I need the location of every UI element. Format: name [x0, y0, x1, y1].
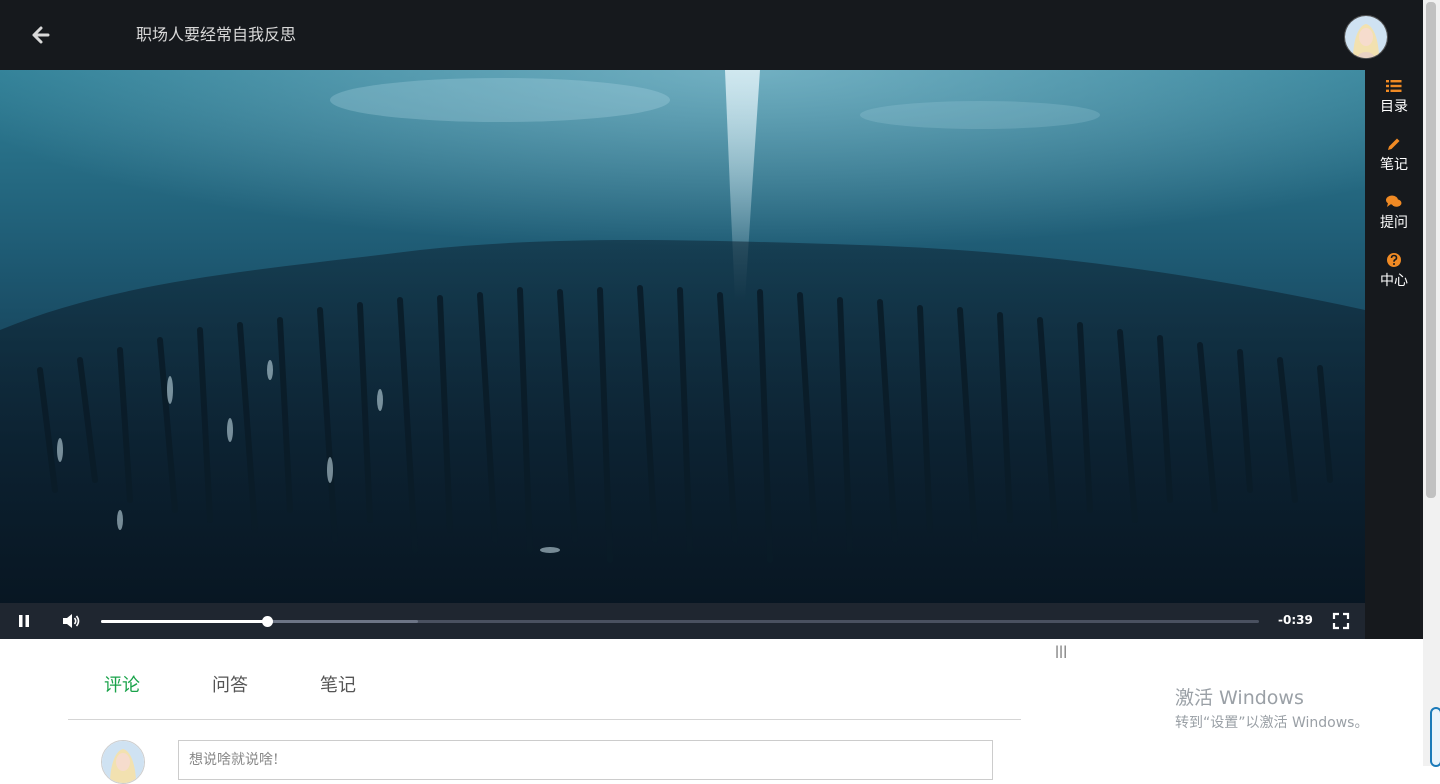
volume-icon[interactable] [61, 611, 81, 631]
sidebar-item-notes[interactable]: 笔记 [1365, 128, 1423, 182]
sidebar-item-label: 笔记 [1380, 157, 1408, 173]
user-avatar[interactable] [1344, 15, 1388, 59]
watermark-line2: 转到“设置”以激活 Windows。 [1175, 715, 1369, 731]
drag-handle-icon[interactable]: ||| [1055, 644, 1067, 658]
progress-played [101, 620, 267, 623]
sidebar-item-catalog[interactable]: 目录 [1365, 70, 1423, 124]
top-bar: 职场人要经常自我反思 [0, 0, 1423, 70]
page-scrollbar[interactable] [1423, 0, 1440, 766]
windows-activation-watermark: 激活 Windows 转到“设置”以激活 Windows。 [1175, 683, 1368, 732]
pause-icon[interactable] [14, 611, 34, 631]
comments-icon [1386, 195, 1402, 207]
content-area: ||| 评论 问答 笔记 激活 Windows 转到“设置”以激活 Window… [0, 639, 1423, 784]
scrollbar-thumb[interactable] [1426, 2, 1436, 498]
player-sidebar: 目录 笔记 提问 中心 [1365, 70, 1423, 639]
scroll-indicator[interactable] [1430, 707, 1440, 767]
player-controls: -0:39 [0, 603, 1365, 639]
tab-comments[interactable]: 评论 [104, 671, 140, 697]
sidebar-item-label: 目录 [1380, 99, 1408, 115]
sidebar-item-label: 中心 [1380, 273, 1408, 289]
list-icon [1386, 80, 1402, 92]
tabs-divider [68, 719, 1021, 720]
arrow-left-icon[interactable] [28, 22, 54, 48]
comment-input[interactable] [178, 740, 993, 780]
tab-notes[interactable]: 笔记 [320, 671, 356, 697]
time-remaining: -0:39 [1278, 613, 1313, 627]
watermark-line1: 激活 Windows [1175, 687, 1304, 709]
page-title: 职场人要经常自我反思 [136, 25, 297, 44]
sidebar-item-center[interactable]: 中心 [1365, 244, 1423, 298]
sidebar-item-label: 提问 [1380, 215, 1408, 231]
video-frame[interactable] [0, 70, 1365, 603]
comment-avatar [101, 740, 145, 784]
tab-qa[interactable]: 问答 [212, 671, 248, 697]
progress-bar[interactable] [101, 616, 1259, 627]
sidebar-item-ask[interactable]: 提问 [1365, 186, 1423, 240]
video-player[interactable]: -0:39 [0, 70, 1365, 639]
fullscreen-icon[interactable] [1331, 611, 1351, 631]
pencil-icon [1388, 138, 1400, 150]
progress-handle[interactable] [261, 616, 273, 627]
question-circle-icon [1387, 253, 1401, 267]
